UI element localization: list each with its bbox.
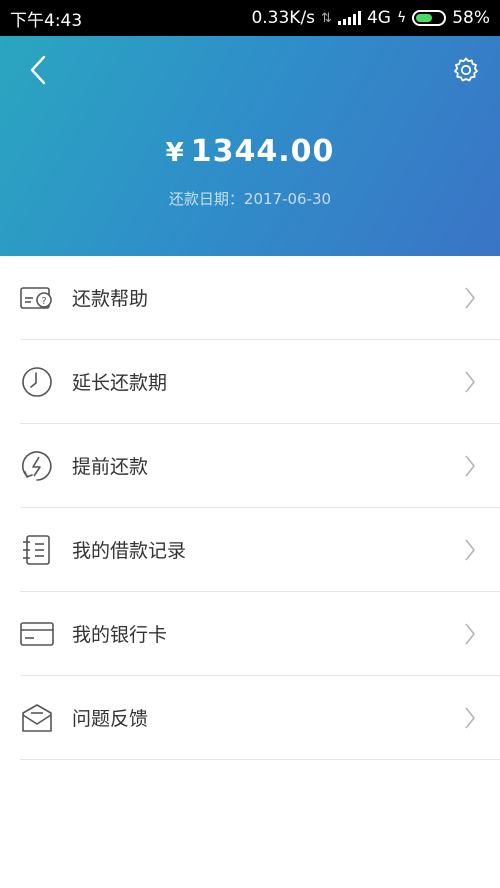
status-bar: 下午4:43 0.33K/s ⇅ 4G ϟ 58% — [0, 0, 500, 36]
back-button[interactable] — [18, 50, 58, 90]
charging-icon: ϟ — [396, 10, 407, 26]
menu-item-bank-cards[interactable]: 我的银行卡 — [20, 592, 500, 676]
gear-icon — [454, 57, 478, 82]
chevron-right-icon — [465, 539, 475, 561]
menu-list: ? 还款帮助 延长还款期 提前还款 我的借款记录 我的银行卡 问题反馈 — [0, 256, 500, 760]
settings-button[interactable] — [446, 50, 486, 90]
due-date: 还款日期：2017-06-30 — [168, 190, 332, 208]
chevron-right-icon — [465, 287, 475, 309]
network-speed: 0.33K/s — [251, 8, 316, 28]
battery-icon — [412, 10, 447, 26]
repayment-header: ¥1344.00 还款日期：2017-06-30 — [0, 36, 500, 256]
chevron-right-icon — [465, 707, 475, 729]
status-time: 下午4:43 — [10, 10, 83, 31]
status-indicators: 0.33K/s ⇅ 4G ϟ 58% — [251, 8, 490, 28]
menu-item-early-repayment[interactable]: 提前还款 — [20, 424, 500, 508]
signal-icon — [337, 11, 361, 25]
chevron-right-icon — [465, 455, 475, 477]
svg-text:?: ? — [41, 296, 46, 307]
loan-amount: ¥1344.00 — [0, 134, 500, 169]
menu-item-repayment-help[interactable]: ? 还款帮助 — [20, 256, 500, 340]
lightning-icon — [20, 449, 54, 483]
network-type: 4G — [366, 8, 391, 28]
record-list-icon — [20, 533, 54, 567]
mail-icon — [20, 701, 54, 735]
currency-symbol: ¥ — [165, 138, 185, 168]
chevron-right-icon — [465, 371, 475, 393]
data-transfer-icon: ⇅ — [321, 10, 332, 26]
menu-item-label: 提前还款 — [72, 456, 149, 478]
menu-item-label: 还款帮助 — [72, 288, 149, 310]
battery-level: 58% — [452, 8, 490, 28]
menu-item-label: 延长还款期 — [72, 372, 168, 394]
chevron-left-icon — [30, 55, 46, 85]
menu-item-label: 我的借款记录 — [72, 540, 187, 562]
menu-item-loan-records[interactable]: 我的借款记录 — [20, 508, 500, 592]
card-help-icon: ? — [20, 281, 54, 315]
menu-item-extend-repayment[interactable]: 延长还款期 — [20, 340, 500, 424]
bank-card-icon — [20, 617, 54, 651]
clock-icon — [20, 365, 54, 399]
amount-value: 1344.00 — [190, 134, 335, 169]
menu-item-label: 问题反馈 — [72, 708, 149, 730]
chevron-right-icon — [465, 623, 475, 645]
menu-item-label: 我的银行卡 — [72, 624, 168, 646]
menu-item-feedback[interactable]: 问题反馈 — [20, 676, 500, 760]
